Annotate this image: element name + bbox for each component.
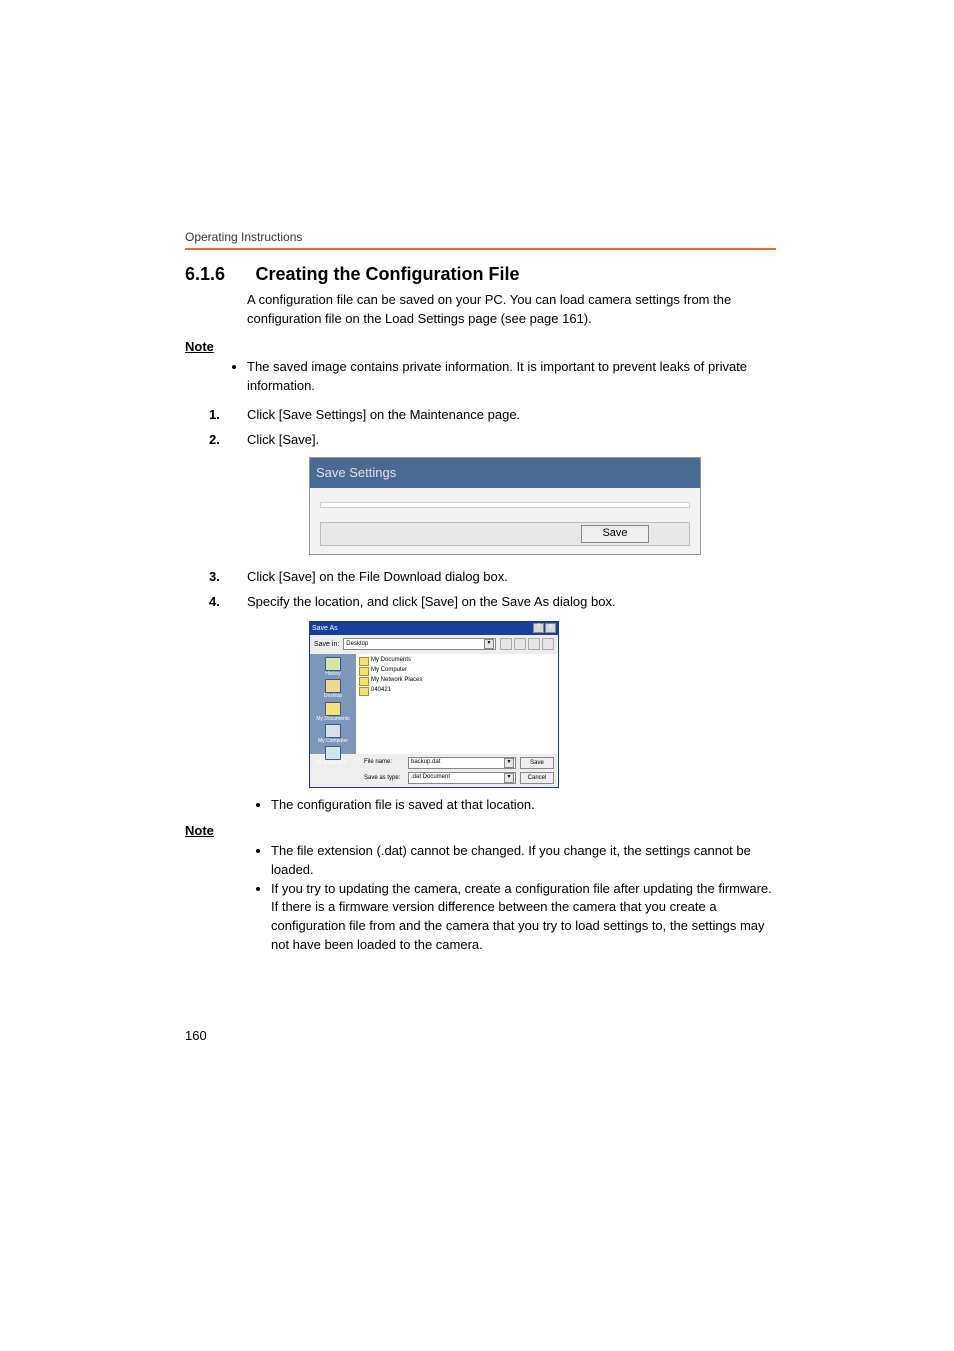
steps-list: 1. Click [Save Settings] on the Maintena… xyxy=(209,403,776,815)
step-3: 3. Click [Save] on the File Download dia… xyxy=(209,565,776,590)
desktop-icon xyxy=(325,679,341,693)
step-number: 1. xyxy=(209,403,220,428)
bottom-labels: File name: Save as type: xyxy=(364,757,404,784)
save-settings-body: Save xyxy=(310,488,700,554)
step-number: 4. xyxy=(209,590,220,615)
network-icon xyxy=(325,746,341,760)
save-settings-toolbar: Save xyxy=(320,522,690,546)
chevron-down-icon: ▼ xyxy=(484,639,494,649)
list-item[interactable]: My Network Places xyxy=(359,676,555,686)
documents-icon xyxy=(325,702,341,716)
file-list[interactable]: My Documents My Computer My Network Plac… xyxy=(356,654,558,754)
save-as-dialog: Save As ? × Save in: Desktop ▼ xyxy=(309,621,559,788)
folder-icon xyxy=(359,667,369,676)
note-item: The file extension (.dat) cannot be chan… xyxy=(271,842,776,880)
close-icon[interactable]: × xyxy=(545,623,556,633)
window-buttons: ? × xyxy=(533,623,556,633)
list-item[interactable]: 040421 xyxy=(359,686,555,696)
step-4: 4. Specify the location, and click [Save… xyxy=(209,590,776,815)
note-label: Note xyxy=(185,823,776,838)
computer-icon xyxy=(325,724,341,738)
save-settings-titlebar: Save Settings xyxy=(310,458,700,489)
section-title: Creating the Configuration File xyxy=(255,264,519,285)
list-item[interactable]: My Documents xyxy=(359,656,555,666)
history-icon xyxy=(325,657,341,671)
header-label: Operating Instructions xyxy=(185,230,776,244)
list-item[interactable]: My Computer xyxy=(359,666,555,676)
step-text: Click [Save]. xyxy=(247,432,319,447)
sidebar-mynet[interactable]: My Network P... xyxy=(316,746,351,766)
save-in-dropdown[interactable]: Desktop ▼ xyxy=(343,638,496,650)
note-item: The saved image contains private informa… xyxy=(247,358,776,396)
section-number: 6.1.6 xyxy=(185,264,251,285)
step-text: Specify the location, and click [Save] o… xyxy=(247,594,616,609)
step-number: 3. xyxy=(209,565,220,590)
note-label: Note xyxy=(185,339,776,354)
new-folder-icon[interactable] xyxy=(528,638,540,650)
save-as-title: Save As xyxy=(312,622,338,635)
intro-paragraph: A configuration file can be saved on you… xyxy=(247,291,776,329)
cancel-button[interactable]: Cancel xyxy=(520,772,554,784)
filetype-label: Save as type: xyxy=(364,773,404,784)
save-settings-inset xyxy=(320,502,690,508)
filetype-dropdown[interactable]: .dat Document ▼ xyxy=(408,772,516,784)
filename-label: File name: xyxy=(364,757,404,768)
bottom-inputs: backup.dat ▼ .dat Document ▼ xyxy=(408,757,516,784)
toolbar-icons xyxy=(500,638,554,650)
page-number: 160 xyxy=(185,1028,207,1043)
chevron-down-icon: ▼ xyxy=(504,773,514,783)
save-in-value: Desktop xyxy=(346,639,368,650)
document-page: Operating Instructions 6.1.6 Creating th… xyxy=(0,0,954,1163)
step-1: 1. Click [Save Settings] on the Maintena… xyxy=(209,403,776,428)
save-settings-panel: Save Settings Save xyxy=(309,457,701,556)
step-number: 2. xyxy=(209,428,220,453)
step-2: 2. Click [Save]. Save Settings Save xyxy=(209,428,776,555)
header-rule xyxy=(185,248,776,250)
note-item: If you try to updating the camera, creat… xyxy=(271,880,776,955)
folder-icon xyxy=(359,657,369,666)
folder-icon xyxy=(359,677,369,686)
view-icon[interactable] xyxy=(542,638,554,650)
sidebar-mydocs[interactable]: My Documents xyxy=(316,702,349,722)
back-icon[interactable] xyxy=(500,638,512,650)
help-icon[interactable]: ? xyxy=(533,623,544,633)
save-as-body: History Desktop My Documents My Com xyxy=(310,654,558,754)
save-as-toprow: Save in: Desktop ▼ xyxy=(310,635,558,654)
filename-input[interactable]: backup.dat ▼ xyxy=(408,757,516,769)
up-icon[interactable] xyxy=(514,638,526,650)
note-list: The saved image contains private informa… xyxy=(185,358,776,396)
save-in-label: Save in: xyxy=(314,638,339,651)
folder-icon xyxy=(359,687,369,696)
sidebar-desktop[interactable]: Desktop xyxy=(324,679,342,699)
places-sidebar: History Desktop My Documents My Com xyxy=(310,654,356,754)
save-button[interactable]: Save xyxy=(581,525,649,543)
bottom-buttons: Save Cancel xyxy=(520,757,554,784)
post-step-bullet: The configuration file is saved at that … xyxy=(271,796,776,815)
sidebar-history[interactable]: History xyxy=(325,657,341,677)
section-heading: 6.1.6 Creating the Configuration File xyxy=(185,264,776,285)
step-text: Click [Save] on the File Download dialog… xyxy=(247,569,508,584)
post-step-list: The configuration file is saved at that … xyxy=(247,796,776,815)
step-text: Click [Save Settings] on the Maintenance… xyxy=(247,407,520,422)
sidebar-mycomp[interactable]: My Computer xyxy=(318,724,348,744)
note-list: The file extension (.dat) cannot be chan… xyxy=(185,842,776,955)
save-button[interactable]: Save xyxy=(520,757,554,769)
save-as-titlebar: Save As ? × xyxy=(310,622,558,635)
chevron-down-icon: ▼ xyxy=(504,758,514,768)
